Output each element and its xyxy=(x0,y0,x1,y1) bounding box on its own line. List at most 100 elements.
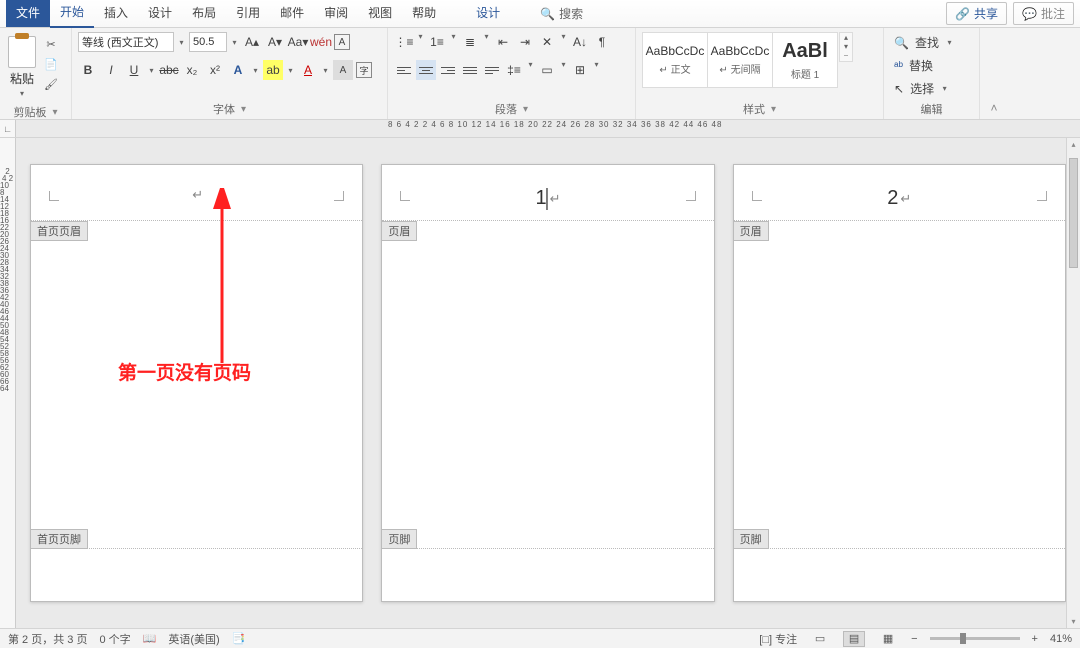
align-center-button[interactable] xyxy=(416,60,436,80)
font-size-select[interactable]: 50.5 xyxy=(189,32,227,52)
chevron-down-icon[interactable]: ▾ xyxy=(251,66,260,75)
line-spacing-button[interactable]: ‡≡ xyxy=(504,60,524,80)
vertical-scrollbar[interactable]: ▴ ▾ xyxy=(1066,138,1080,628)
tab-layout[interactable]: 布局 xyxy=(182,0,226,27)
chevron-down-icon[interactable]: ▾ xyxy=(482,32,491,52)
underline-button[interactable]: U xyxy=(124,60,144,80)
font-color-button[interactable]: A xyxy=(298,60,318,80)
borders-button[interactable]: ⊞ xyxy=(570,60,590,80)
web-layout-button[interactable]: ▦ xyxy=(877,631,899,647)
accessibility-icon[interactable]: 📑 xyxy=(232,632,246,645)
chevron-down-icon[interactable]: ▾ xyxy=(559,32,568,52)
select-button[interactable]: ↖选择▾ xyxy=(890,78,953,99)
decrease-indent-button[interactable]: ⇤ xyxy=(493,32,513,52)
shrink-font-button[interactable]: A▾ xyxy=(265,32,285,52)
char-shading-button[interactable]: A xyxy=(333,60,353,80)
increase-indent-button[interactable]: ⇥ xyxy=(515,32,535,52)
ruler-vertical[interactable]: 24 210 814 1218 1622 2026 2430 2834 3238… xyxy=(0,138,16,628)
style-heading-1[interactable]: AaBl 标题 1 xyxy=(772,32,838,88)
chevron-down-icon[interactable]: ▾ xyxy=(526,60,535,80)
zoom-slider[interactable] xyxy=(930,637,1020,640)
page-2[interactable]: 1↵ 页眉 页脚 xyxy=(381,164,714,602)
tab-home[interactable]: 开始 xyxy=(50,0,94,28)
focus-mode-button[interactable]: [□] 专注 xyxy=(759,631,797,647)
highlight-button[interactable]: ab xyxy=(263,60,283,80)
style-no-spacing[interactable]: AaBbCcDc ↵ 无间隔 xyxy=(707,32,773,88)
styles-scroll[interactable]: ▴▾⎯ xyxy=(839,32,853,62)
change-case-button[interactable]: Aa▾ xyxy=(288,32,308,52)
distributed-button[interactable] xyxy=(482,60,502,80)
paragraph-launcher[interactable]: ▾ xyxy=(523,104,528,115)
superscript-button[interactable]: x² xyxy=(205,60,225,80)
ruler-horizontal[interactable]: ∟ 8 6 4 2 2 4 6 8 10 12 14 16 18 20 22 2… xyxy=(0,120,1080,138)
cut-button[interactable]: ✂ xyxy=(42,36,60,52)
print-layout-button[interactable]: ▤ xyxy=(843,631,865,647)
align-left-button[interactable] xyxy=(394,60,414,80)
font-launcher[interactable]: ▾ xyxy=(241,104,246,115)
zoom-out-button[interactable]: − xyxy=(911,633,917,645)
enclose-char-button[interactable]: 字 xyxy=(356,62,372,78)
align-right-button[interactable] xyxy=(438,60,458,80)
font-name-select[interactable]: 等线 (西文正文) xyxy=(78,32,174,52)
word-count[interactable]: 0 个字 xyxy=(99,631,130,647)
replace-button[interactable]: ᵃᵇ替换 xyxy=(890,55,937,76)
grow-font-button[interactable]: A▴ xyxy=(242,32,262,52)
tab-insert[interactable]: 插入 xyxy=(94,0,138,27)
share-button[interactable]: 🔗 共享 xyxy=(946,2,1007,25)
page-3[interactable]: 2↵ 页眉 页脚 xyxy=(733,164,1066,602)
chevron-down-icon[interactable]: ▾ xyxy=(230,38,239,47)
phonetic-button[interactable]: wén xyxy=(311,32,331,52)
chevron-down-icon[interactable]: ▾ xyxy=(286,66,295,75)
strikethrough-button[interactable]: abc xyxy=(159,60,179,80)
styles-launcher[interactable]: ▾ xyxy=(771,104,776,115)
page-1[interactable]: ↵ 首页页眉 首页页脚 xyxy=(30,164,363,602)
tab-references[interactable]: 引用 xyxy=(226,0,270,27)
find-button[interactable]: 🔍查找▾ xyxy=(890,32,958,53)
format-painter-button[interactable]: 🖌 xyxy=(42,76,60,92)
text-direction-button[interactable]: ✕ xyxy=(537,32,557,52)
show-marks-button[interactable]: ¶ xyxy=(592,32,612,52)
tab-help[interactable]: 帮助 xyxy=(402,0,446,27)
footer-region[interactable] xyxy=(382,548,713,549)
italic-button[interactable]: I xyxy=(101,60,121,80)
shading-button[interactable]: ▭ xyxy=(537,60,557,80)
search-box[interactable]: 🔍 搜索 xyxy=(540,5,583,22)
numbering-button[interactable]: 1≡ xyxy=(427,32,447,52)
ribbon-collapse[interactable]: ˄ xyxy=(980,28,1008,119)
tab-review[interactable]: 审阅 xyxy=(314,0,358,27)
tab-contextual-design[interactable]: 设计 xyxy=(466,0,510,27)
justify-button[interactable] xyxy=(460,60,480,80)
clipboard-launcher[interactable]: ▾ xyxy=(52,107,57,118)
language-indicator[interactable]: 英语(美国) xyxy=(168,631,219,647)
char-border-button[interactable]: A xyxy=(334,34,350,50)
chevron-down-icon[interactable]: ▾ xyxy=(177,38,186,47)
tab-mailings[interactable]: 邮件 xyxy=(270,0,314,27)
proofing-icon[interactable]: 📖 xyxy=(143,632,157,645)
footer-region[interactable] xyxy=(734,548,1065,549)
zoom-in-button[interactable]: + xyxy=(1032,633,1038,645)
copy-button[interactable]: 📄 xyxy=(42,56,60,72)
tab-file[interactable]: 文件 xyxy=(6,0,50,27)
chevron-down-icon[interactable]: ▾ xyxy=(592,60,601,80)
subscript-button[interactable]: x₂ xyxy=(182,60,202,80)
multilevel-list-button[interactable]: ≣ xyxy=(460,32,480,52)
paste-button[interactable]: 粘贴 ▾ xyxy=(6,32,38,102)
chevron-down-icon[interactable]: ▾ xyxy=(321,66,330,75)
scroll-up-icon[interactable]: ▴ xyxy=(1067,140,1080,149)
chevron-down-icon[interactable]: ▾ xyxy=(416,32,425,52)
text-effects-button[interactable]: A xyxy=(228,60,248,80)
style-normal[interactable]: AaBbCcDc ↵ 正文 xyxy=(642,32,708,88)
scroll-thumb[interactable] xyxy=(1069,158,1078,268)
chevron-down-icon[interactable]: ▾ xyxy=(449,32,458,52)
bullets-button[interactable]: ⋮≡ xyxy=(394,32,414,52)
zoom-level[interactable]: 41% xyxy=(1050,633,1072,645)
chevron-down-icon[interactable]: ▾ xyxy=(147,66,156,75)
comments-button[interactable]: 💬 批注 xyxy=(1013,2,1074,25)
scroll-down-icon[interactable]: ▾ xyxy=(1067,617,1080,626)
tab-view[interactable]: 视图 xyxy=(358,0,402,27)
tab-design[interactable]: 设计 xyxy=(138,0,182,27)
bold-button[interactable]: B xyxy=(78,60,98,80)
sort-button[interactable]: A↓ xyxy=(570,32,590,52)
read-mode-button[interactable]: ▭ xyxy=(809,631,831,647)
chevron-down-icon[interactable]: ▾ xyxy=(559,60,568,80)
